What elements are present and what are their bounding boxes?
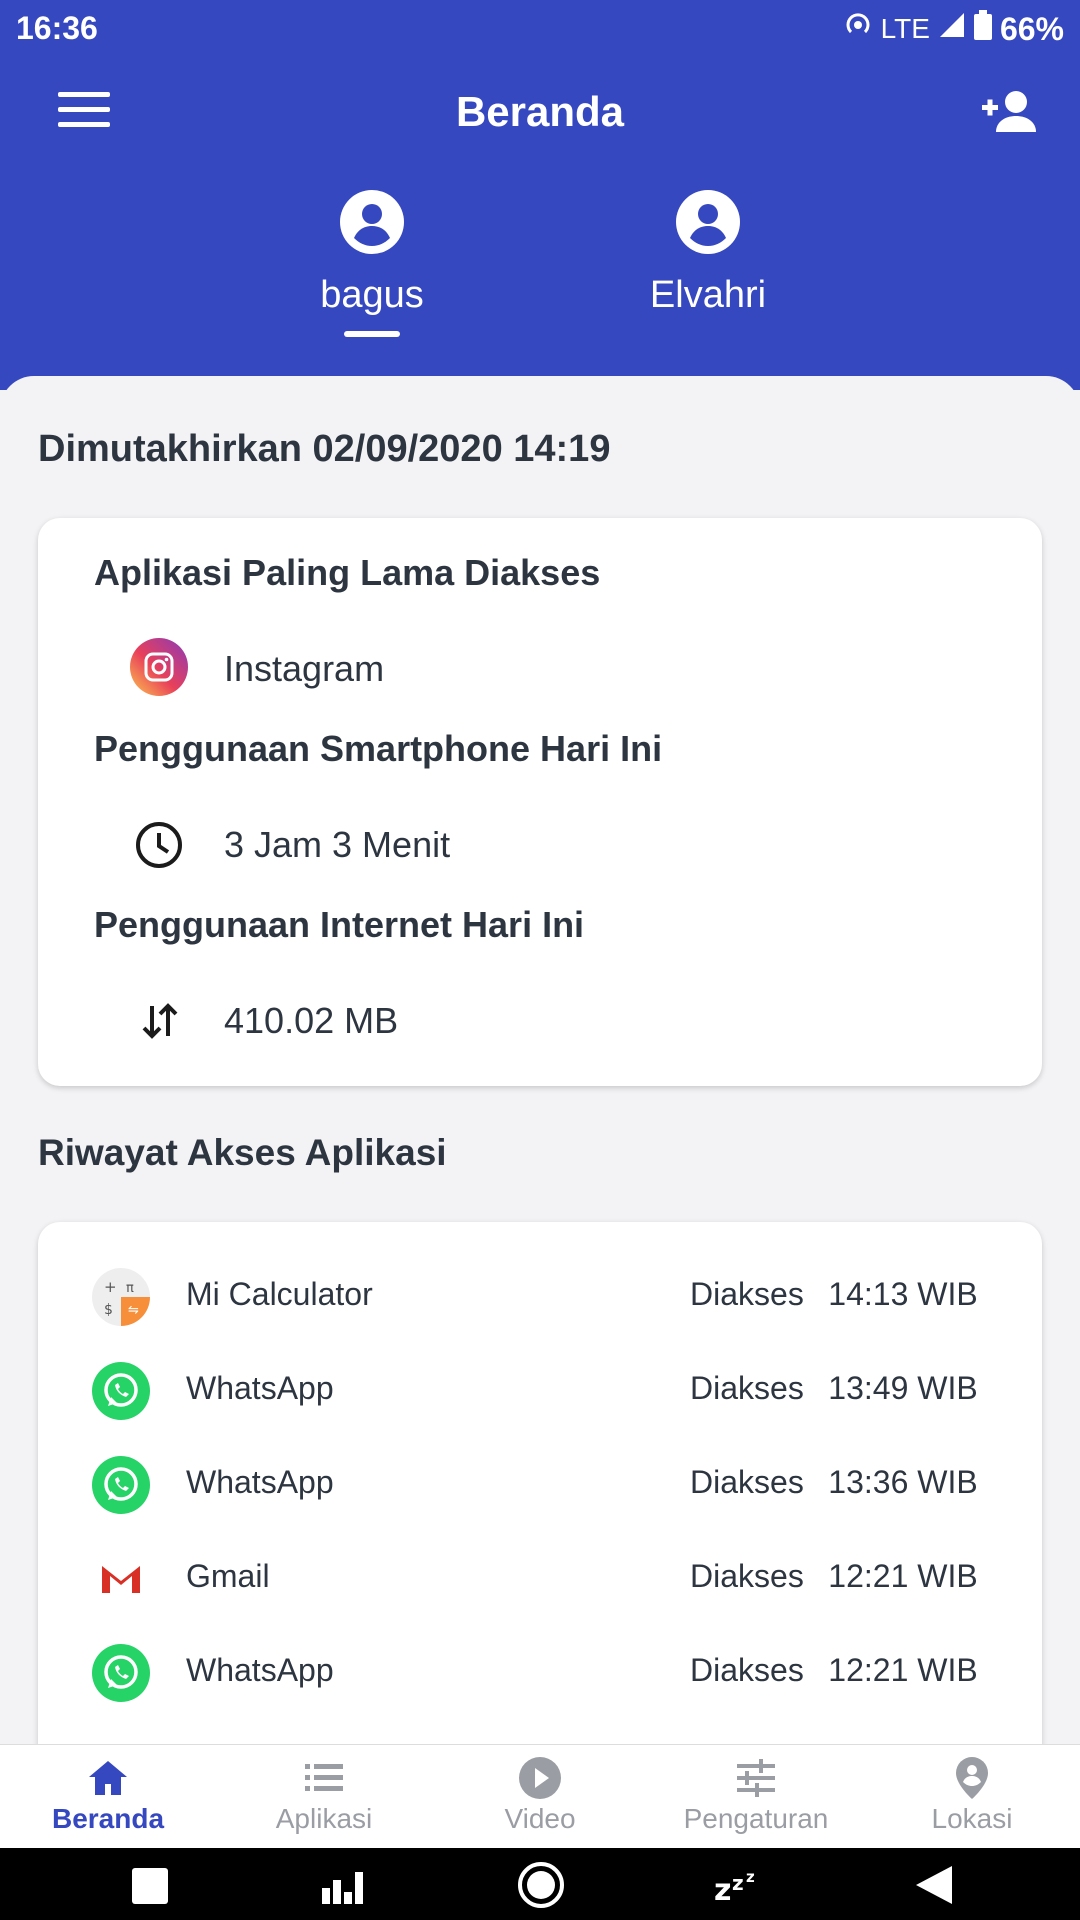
back-icon[interactable]	[910, 1860, 960, 1910]
person-add-icon[interactable]	[980, 88, 1040, 138]
internet-title: Penggunaan Internet Hari Ini	[94, 904, 585, 945]
nav-aplikasi[interactable]: Aplikasi	[216, 1755, 432, 1835]
app-name: WhatsApp	[186, 1370, 334, 1406]
play-icon	[517, 1755, 563, 1801]
app-header: 16:36 LTE 66% Beranda bagus Elvahri	[0, 0, 1080, 390]
app-name: WhatsApp	[186, 1464, 334, 1500]
nav-pengaturan[interactable]: Pengaturan	[648, 1755, 864, 1835]
list-item[interactable]: WhatsApp Diakses 13:36 WIB	[38, 1448, 1042, 1518]
data-transfer-icon	[130, 992, 190, 1052]
access-time: 13:49 WIB	[828, 1370, 978, 1406]
status-time: 16:36	[16, 10, 98, 46]
sliders-icon	[733, 1755, 779, 1801]
access-time: 13:36 WIB	[828, 1464, 978, 1500]
home-icon	[85, 1755, 131, 1801]
square-icon[interactable]	[124, 1860, 174, 1910]
main-content: Dimutakhirkan 02/09/2020 14:19 Aplikasi …	[0, 376, 1080, 1782]
nav-label: Video	[504, 1803, 576, 1834]
network-type: LTE	[880, 13, 930, 44]
app-name: WhatsApp	[186, 1652, 334, 1688]
clock-icon	[130, 816, 190, 876]
svg-text:π: π	[126, 1281, 134, 1296]
list-item[interactable]: + π $ ⇋ Mi Calculator Diakses 14:13 WIB	[38, 1260, 1042, 1330]
whatsapp-icon	[92, 1362, 150, 1420]
location-icon	[949, 1755, 995, 1801]
nav-lokasi[interactable]: Lokasi	[864, 1755, 1080, 1835]
svg-text:+: +	[104, 1278, 117, 1296]
list-item[interactable]: Gmail Diakses 12:21 WIB	[38, 1542, 1042, 1612]
nav-label: Aplikasi	[275, 1803, 373, 1834]
profile-tab-elvahri[interactable]: Elvahri	[598, 190, 818, 317]
summary-card: Aplikasi Paling Lama Diakses Instagram P…	[38, 518, 1042, 1086]
app-name: Mi Calculator	[186, 1276, 373, 1312]
most-used-app: Instagram	[224, 648, 385, 689]
list-icon	[301, 1755, 347, 1801]
nav-label: Beranda	[51, 1803, 165, 1834]
last-updated: Dimutakhirkan 02/09/2020 14:19	[38, 428, 611, 470]
history-card: + π $ ⇋ Mi Calculator Diakses 14:13 WIB Wha…	[38, 1222, 1042, 1782]
access-label: Diakses	[690, 1558, 804, 1594]
svg-text:z: z	[732, 1871, 744, 1895]
sleep-icon[interactable]: zzz	[714, 1860, 764, 1910]
whatsapp-icon	[92, 1644, 150, 1702]
access-label: Diakses	[690, 1652, 804, 1688]
access-label: Diakses	[690, 1276, 804, 1312]
status-indicators: LTE 66%	[843, 10, 1064, 48]
battery-icon	[973, 10, 992, 48]
list-item[interactable]: WhatsApp Diakses 12:21 WIB	[38, 1636, 1042, 1706]
internet-value: 410.02 MB	[224, 1000, 399, 1041]
profile-tab-bagus[interactable]: bagus	[262, 190, 482, 337]
whatsapp-icon	[92, 1456, 150, 1514]
access-time: 12:21 WIB	[828, 1652, 978, 1688]
home-circle-icon[interactable]	[516, 1860, 566, 1910]
nav-video[interactable]: Video	[432, 1755, 648, 1835]
svg-text:z: z	[714, 1873, 731, 1908]
svg-text:⇋: ⇋	[128, 1303, 139, 1318]
svg-text:$: $	[104, 1302, 113, 1318]
access-label: Diakses	[690, 1464, 804, 1500]
page-title: Beranda	[455, 88, 625, 135]
account-circle-icon	[340, 190, 404, 254]
most-used-title: Aplikasi Paling Lama Diakses	[94, 552, 601, 593]
calculator-icon: + π $ ⇋	[92, 1268, 150, 1326]
history-title: Riwayat Akses Aplikasi	[38, 1132, 447, 1173]
instagram-icon	[130, 638, 190, 698]
nav-beranda[interactable]: Beranda	[0, 1755, 216, 1835]
account-circle-icon	[676, 190, 740, 254]
bottom-navigation: Beranda Aplikasi Video Pengaturan Lokasi	[0, 1744, 1080, 1849]
hotspot-icon	[843, 10, 873, 48]
list-item[interactable]: WhatsApp Diakses 13:49 WIB	[38, 1354, 1042, 1424]
profile-switcher: bagus Elvahri	[0, 190, 1080, 360]
svg-text:z: z	[746, 1868, 755, 1886]
usage-title: Penggunaan Smartphone Hari Ini	[94, 728, 663, 769]
access-label: Diakses	[690, 1370, 804, 1406]
nav-label: Pengaturan	[683, 1803, 829, 1834]
app-name: Gmail	[186, 1558, 270, 1594]
profile-name: Elvahri	[649, 274, 767, 316]
usage-value: 3 Jam 3 Menit	[224, 824, 451, 865]
gmail-icon	[92, 1550, 150, 1608]
signal-icon	[938, 11, 966, 47]
battery-level: 66%	[999, 10, 1064, 47]
status-bar: 16:36 LTE 66%	[0, 0, 1080, 60]
system-navigation-bar: zzz	[0, 1848, 1080, 1920]
access-time: 14:13 WIB	[828, 1276, 978, 1312]
nav-label: Lokasi	[931, 1803, 1013, 1834]
profile-name: bagus	[320, 274, 424, 316]
bars-icon[interactable]	[320, 1860, 370, 1910]
access-time: 12:21 WIB	[828, 1558, 978, 1594]
selected-indicator	[344, 331, 400, 337]
